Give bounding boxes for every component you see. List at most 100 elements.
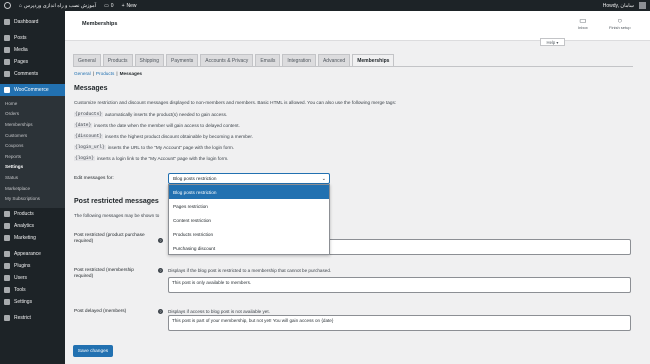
account-menu[interactable]: Howdy, سامان <box>599 0 650 11</box>
woocommerce-submenu: Home Orders Memberships Customers Coupon… <box>0 96 65 208</box>
sidebar-item-plugins[interactable]: Plugins <box>0 260 65 272</box>
sidebar-item-media[interactable]: Media <box>0 44 65 56</box>
woocommerce-icon <box>4 87 10 93</box>
plus-icon: + <box>121 2 125 9</box>
sidebar-item-pages[interactable]: Pages <box>0 56 65 68</box>
save-changes-button[interactable]: Save changes <box>73 345 113 357</box>
sub-navigation: General | Products | Messages <box>74 71 143 76</box>
new-content-menu[interactable]: + New <box>118 0 141 11</box>
edit-messages-select[interactable]: Blog posts restriction ⌄ <box>168 173 330 184</box>
submenu-settings[interactable]: Settings <box>0 162 65 173</box>
option-pages-restriction[interactable]: Pages restriction <box>169 199 329 213</box>
sidebar-item-products[interactable]: Products <box>0 208 65 220</box>
sidebar-item-woocommerce[interactable]: WooCommerce <box>0 84 65 96</box>
page-title: Memberships <box>82 21 118 27</box>
field-label-product-purchase: Post restricted (product purchase requir… <box>74 233 145 244</box>
help-button[interactable]: Help ▾ <box>540 38 565 46</box>
sidebar-item-tools[interactable]: Tools <box>0 284 65 296</box>
archive-icon <box>4 210 10 217</box>
comments-link[interactable]: ▭ 0 <box>100 0 118 11</box>
option-purchasing-discount[interactable]: Purchasing discount <box>169 241 329 255</box>
brush-icon <box>4 250 10 257</box>
inbox-button[interactable]: ▭ Inbox <box>578 16 588 30</box>
submenu-reports[interactable]: Reports <box>0 151 65 162</box>
wrench-icon <box>4 286 10 293</box>
option-content-restriction[interactable]: Content restriction <box>169 213 329 227</box>
sidebar-item-restrict[interactable]: Restrict <box>0 312 65 324</box>
post-delayed-message-textarea[interactable]: This post is part of your membership, bu… <box>168 315 631 331</box>
plug-icon <box>4 262 10 269</box>
submenu-my-subscriptions[interactable]: My Subscriptions <box>0 193 65 204</box>
submenu-memberships[interactable]: Memberships <box>0 119 65 130</box>
avatar <box>639 2 646 9</box>
tab-payments[interactable]: Payments <box>166 54 199 66</box>
tabs-divider <box>73 66 633 67</box>
megaphone-icon <box>4 234 10 241</box>
tab-advanced[interactable]: Advanced <box>317 54 351 66</box>
sidebar-item-marketing[interactable]: Marketing <box>0 232 65 244</box>
option-blog-posts-restriction[interactable]: Blog posts restriction <box>169 185 329 199</box>
progress-circle-icon: ○ <box>617 16 623 25</box>
help-icon[interactable]: ? <box>158 268 163 273</box>
users-icon <box>4 274 10 281</box>
media-icon <box>4 47 10 53</box>
help-icon[interactable]: ? <box>158 309 163 314</box>
page-icon <box>4 59 10 65</box>
comment-icon <box>4 71 10 77</box>
field-label-post-delayed: Post delayed (members) <box>74 309 127 314</box>
sidebar-item-appearance[interactable]: Appearance <box>0 248 65 260</box>
admin-bar: ⌂ آموزش نصب و راه اندازی وردپرس ▭ 0 + New H… <box>0 0 650 11</box>
submenu-status[interactable]: Status <box>0 172 65 183</box>
sidebar-item-comments[interactable]: Comments <box>0 68 65 80</box>
woocommerce-header: Memberships ▭ Inbox ○ Finish setup <box>65 11 650 41</box>
submenu-home[interactable]: Home <box>0 98 65 109</box>
merge-tag-row: {login_url} inserts the URL to the "My Ac… <box>74 145 235 150</box>
merge-tag-row: {products} automatically inserts the prod… <box>74 112 228 117</box>
edit-messages-label: Edit messages for: <box>74 176 114 181</box>
tab-memberships[interactable]: Memberships <box>352 54 395 66</box>
admin-sidebar: Dashboard Posts Media Pages Comments Woo… <box>0 11 65 364</box>
wp-logo-menu[interactable] <box>0 0 15 11</box>
post-restricted-description: The following messages may be shown to <box>74 213 160 218</box>
messages-intro: Customize restriction and discount messa… <box>74 100 397 105</box>
chart-icon <box>4 222 10 229</box>
subnav-messages: Messages <box>119 71 143 76</box>
home-icon: ⌂ <box>19 2 23 9</box>
field-label-membership-required: Post restricted (membership required) <box>74 268 134 279</box>
messages-heading: Messages <box>74 85 108 92</box>
submenu-orders[interactable]: Orders <box>0 109 65 120</box>
sidebar-item-settings[interactable]: Settings <box>0 296 65 308</box>
subnav-general[interactable]: General <box>74 71 91 76</box>
membership-required-message-textarea[interactable]: This post is only available to members. <box>168 277 631 293</box>
tab-shipping[interactable]: Shipping <box>134 54 164 66</box>
merge-tag-row: {login} inserts a login link to the "My A… <box>74 156 229 161</box>
edit-messages-dropdown: Blog posts restriction Pages restriction… <box>168 184 330 255</box>
tab-general[interactable]: General <box>73 54 101 66</box>
field-description: Displays if the blog post is restricted … <box>168 268 332 273</box>
sidebar-item-posts[interactable]: Posts <box>0 32 65 44</box>
finish-setup-button[interactable]: ○ Finish setup <box>609 16 631 30</box>
wordpress-logo-icon <box>4 2 11 9</box>
submenu-coupons[interactable]: Coupons <box>0 140 65 151</box>
post-restricted-heading: Post restricted messages <box>74 198 159 205</box>
tab-emails[interactable]: Emails <box>255 54 281 66</box>
sidebar-item-analytics[interactable]: Analytics <box>0 220 65 232</box>
inbox-icon: ▭ <box>579 16 587 25</box>
chevron-down-icon: ⌄ <box>321 176 326 182</box>
tab-integration[interactable]: Integration <box>282 54 316 66</box>
subnav-products[interactable]: Products <box>96 71 115 76</box>
site-name-link[interactable]: ⌂ آموزش نصب و راه اندازی وردپرس <box>15 0 100 11</box>
option-products-restriction[interactable]: Products restriction <box>169 227 329 241</box>
sidebar-item-users[interactable]: Users <box>0 272 65 284</box>
sidebar-item-dashboard[interactable]: Dashboard <box>0 16 65 28</box>
merge-tag-row: {date} inserts the date when the member w… <box>74 123 240 128</box>
field-description: Displays if access to blog post is not a… <box>168 309 270 314</box>
tab-products[interactable]: Products <box>102 54 133 66</box>
settings-icon <box>4 298 10 305</box>
comment-icon: ▭ <box>104 2 109 9</box>
tab-accounts-privacy[interactable]: Accounts & Privacy <box>200 54 254 66</box>
pin-icon <box>4 35 10 41</box>
submenu-customers[interactable]: Customers <box>0 130 65 141</box>
help-icon[interactable]: ? <box>158 238 163 243</box>
submenu-marketplace[interactable]: Marketplace <box>0 183 65 194</box>
